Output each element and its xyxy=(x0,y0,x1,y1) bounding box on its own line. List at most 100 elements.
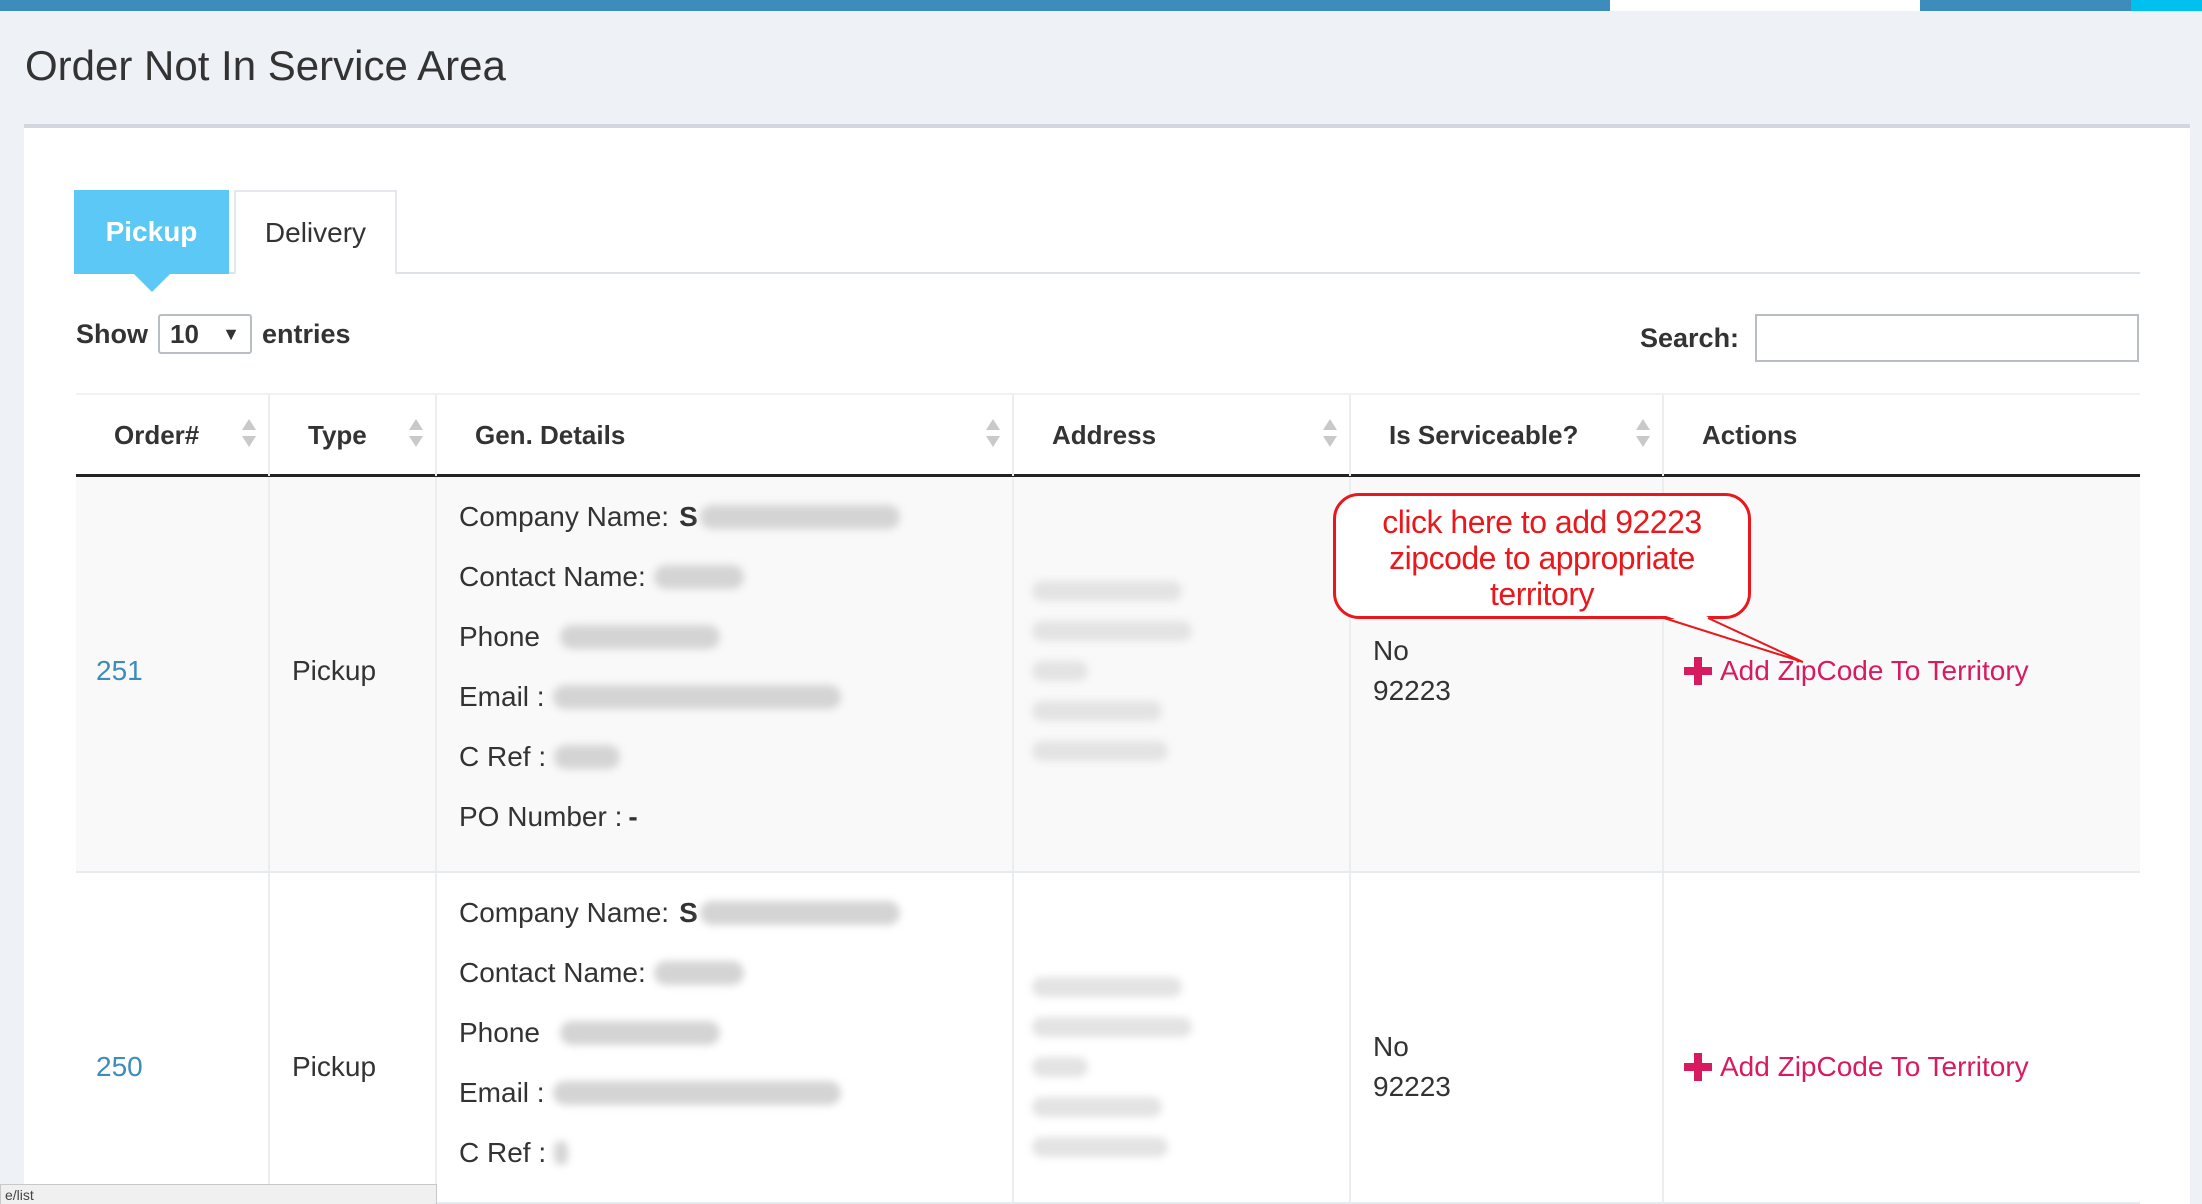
add-zipcode-to-territory-button[interactable]: Add ZipCode To Territory xyxy=(1684,1051,2029,1083)
annotation-line: zipcode to appropriate xyxy=(1389,540,1695,576)
serviceable-value: No xyxy=(1373,1031,1409,1062)
serviceable-status: No 92223 xyxy=(1373,631,1451,711)
redacted-value xyxy=(653,961,744,985)
field-label: Phone xyxy=(459,621,540,652)
type-text: Pickup xyxy=(292,655,377,686)
company-name-visible: S xyxy=(679,501,698,532)
tab-delivery-label: Delivery xyxy=(264,217,367,248)
browser-status-url: e/list xyxy=(0,1184,437,1204)
column-header-actions: Actions xyxy=(1664,395,2140,476)
redacted-address-line xyxy=(1032,581,1182,601)
redacted-value xyxy=(699,505,900,529)
cref-line: C Ref : xyxy=(459,1137,569,1169)
redacted-address-line xyxy=(1032,1017,1192,1037)
column-header-label: Address xyxy=(1052,420,1157,450)
field-label: PO Number : xyxy=(459,801,623,832)
redacted-address-line xyxy=(1032,701,1162,721)
zipcode-value: 92223 xyxy=(1373,1071,1451,1102)
action-label: Add ZipCode To Territory xyxy=(1720,655,2029,686)
table-row: 250 Pickup Company Name: S Contact Name:… xyxy=(76,873,2140,1204)
cell-gen-details: Company Name: S Contact Name: Phone Emai… xyxy=(437,873,1014,1202)
field-label: C Ref : xyxy=(459,1137,547,1168)
type-text: Pickup xyxy=(292,1051,377,1082)
serviceable-status: No 92223 xyxy=(1373,1027,1451,1107)
column-header-gen-details[interactable]: Gen. Details xyxy=(437,395,1014,476)
dropdown-arrow-icon: ▼ xyxy=(222,323,240,344)
search-label: Search: xyxy=(1640,322,1740,353)
sort-icon xyxy=(409,419,423,447)
order-link[interactable]: 250 xyxy=(96,1051,143,1083)
contact-name-line: Contact Name: xyxy=(459,561,744,593)
cell-gen-details: Company Name: S Contact Name: Phone Emai… xyxy=(437,477,1014,871)
search-input[interactable] xyxy=(1755,314,2140,362)
cell-address xyxy=(1014,477,1351,871)
email-line: Email : xyxy=(459,1077,841,1109)
redacted-address-line xyxy=(1032,977,1182,997)
sort-icon xyxy=(986,419,1000,447)
tab-delivery[interactable]: Delivery xyxy=(234,190,397,274)
show-label: Show xyxy=(76,318,148,349)
redacted-address-line xyxy=(1032,621,1192,641)
redacted-value xyxy=(554,745,621,769)
redacted-address-line xyxy=(1032,741,1168,761)
redacted-address-line xyxy=(1032,661,1088,681)
redacted-value xyxy=(559,1021,720,1045)
redacted-value xyxy=(559,625,720,649)
cell-type: Pickup xyxy=(270,873,437,1202)
entries-length-control: Show 10 ▼ entries xyxy=(76,314,351,354)
plus-icon xyxy=(1684,657,1712,685)
cell-actions: Add ZipCode To Territory xyxy=(1664,873,2140,1202)
navbar-segment xyxy=(1610,0,1920,11)
table-row: 251 Pickup Company Name: S Contact Name:… xyxy=(76,477,2140,873)
sort-icon xyxy=(242,419,256,447)
redacted-value xyxy=(552,1081,841,1105)
contact-name-line: Contact Name: xyxy=(459,957,744,989)
company-name-line: Company Name: S xyxy=(459,897,900,929)
column-header-label: Gen. Details xyxy=(475,420,626,450)
field-label: Contact Name: xyxy=(459,561,646,592)
company-name-visible: S xyxy=(679,897,698,928)
field-label: Email : xyxy=(459,681,545,712)
cell-order: 251 xyxy=(76,477,270,871)
entries-label: entries xyxy=(262,318,351,349)
zipcode-value: 92223 xyxy=(1373,675,1451,706)
email-line: Email : xyxy=(459,681,841,713)
tab-pickup[interactable]: Pickup xyxy=(74,190,229,292)
annotation-line: territory xyxy=(1490,576,1594,612)
redacted-value xyxy=(552,685,841,709)
field-label: Contact Name: xyxy=(459,957,646,988)
column-header-label: Order# xyxy=(114,420,200,450)
sort-icon xyxy=(1323,419,1337,447)
redacted-address-line xyxy=(1032,1137,1168,1157)
column-header-order[interactable]: Order# xyxy=(76,395,270,476)
redacted-value xyxy=(699,901,900,925)
field-label: Email : xyxy=(459,1077,545,1108)
redacted-address-line xyxy=(1032,1057,1088,1077)
redacted-address-line xyxy=(1032,1097,1162,1117)
tab-pickup-label: Pickup xyxy=(105,216,198,247)
column-header-address[interactable]: Address xyxy=(1014,395,1351,476)
sort-icon xyxy=(1636,419,1650,447)
column-header-serviceable[interactable]: Is Serviceable? xyxy=(1351,395,1664,476)
annotation-callout: click here to add 92223 zipcode to appro… xyxy=(1333,493,1751,619)
column-header-label: Actions xyxy=(1702,420,1798,450)
column-header-label: Type xyxy=(308,420,367,450)
order-link[interactable]: 251 xyxy=(96,655,143,687)
company-name-line: Company Name: S xyxy=(459,501,900,533)
cell-address xyxy=(1014,873,1351,1202)
entries-select-value: 10 xyxy=(170,318,199,349)
cell-serviceable: No 92223 xyxy=(1351,873,1664,1202)
action-label: Add ZipCode To Territory xyxy=(1720,1051,2029,1082)
column-header-type[interactable]: Type xyxy=(270,395,437,476)
entries-select[interactable]: 10 ▼ xyxy=(158,314,252,354)
plus-icon xyxy=(1684,1053,1712,1081)
redacted-value xyxy=(653,565,744,589)
tab-bar: Pickup Delivery xyxy=(74,190,2140,292)
cref-line: C Ref : xyxy=(459,741,621,773)
top-navbar xyxy=(0,0,2202,11)
table-header: Order# Type Gen. Details Address Is Serv… xyxy=(76,393,2140,477)
add-zipcode-to-territory-button[interactable]: Add ZipCode To Territory xyxy=(1684,655,2029,687)
annotation-line: click here to add 92223 xyxy=(1382,504,1702,540)
phone-line: Phone xyxy=(459,621,720,653)
orders-table: Order# Type Gen. Details Address Is Serv… xyxy=(76,393,2140,1204)
